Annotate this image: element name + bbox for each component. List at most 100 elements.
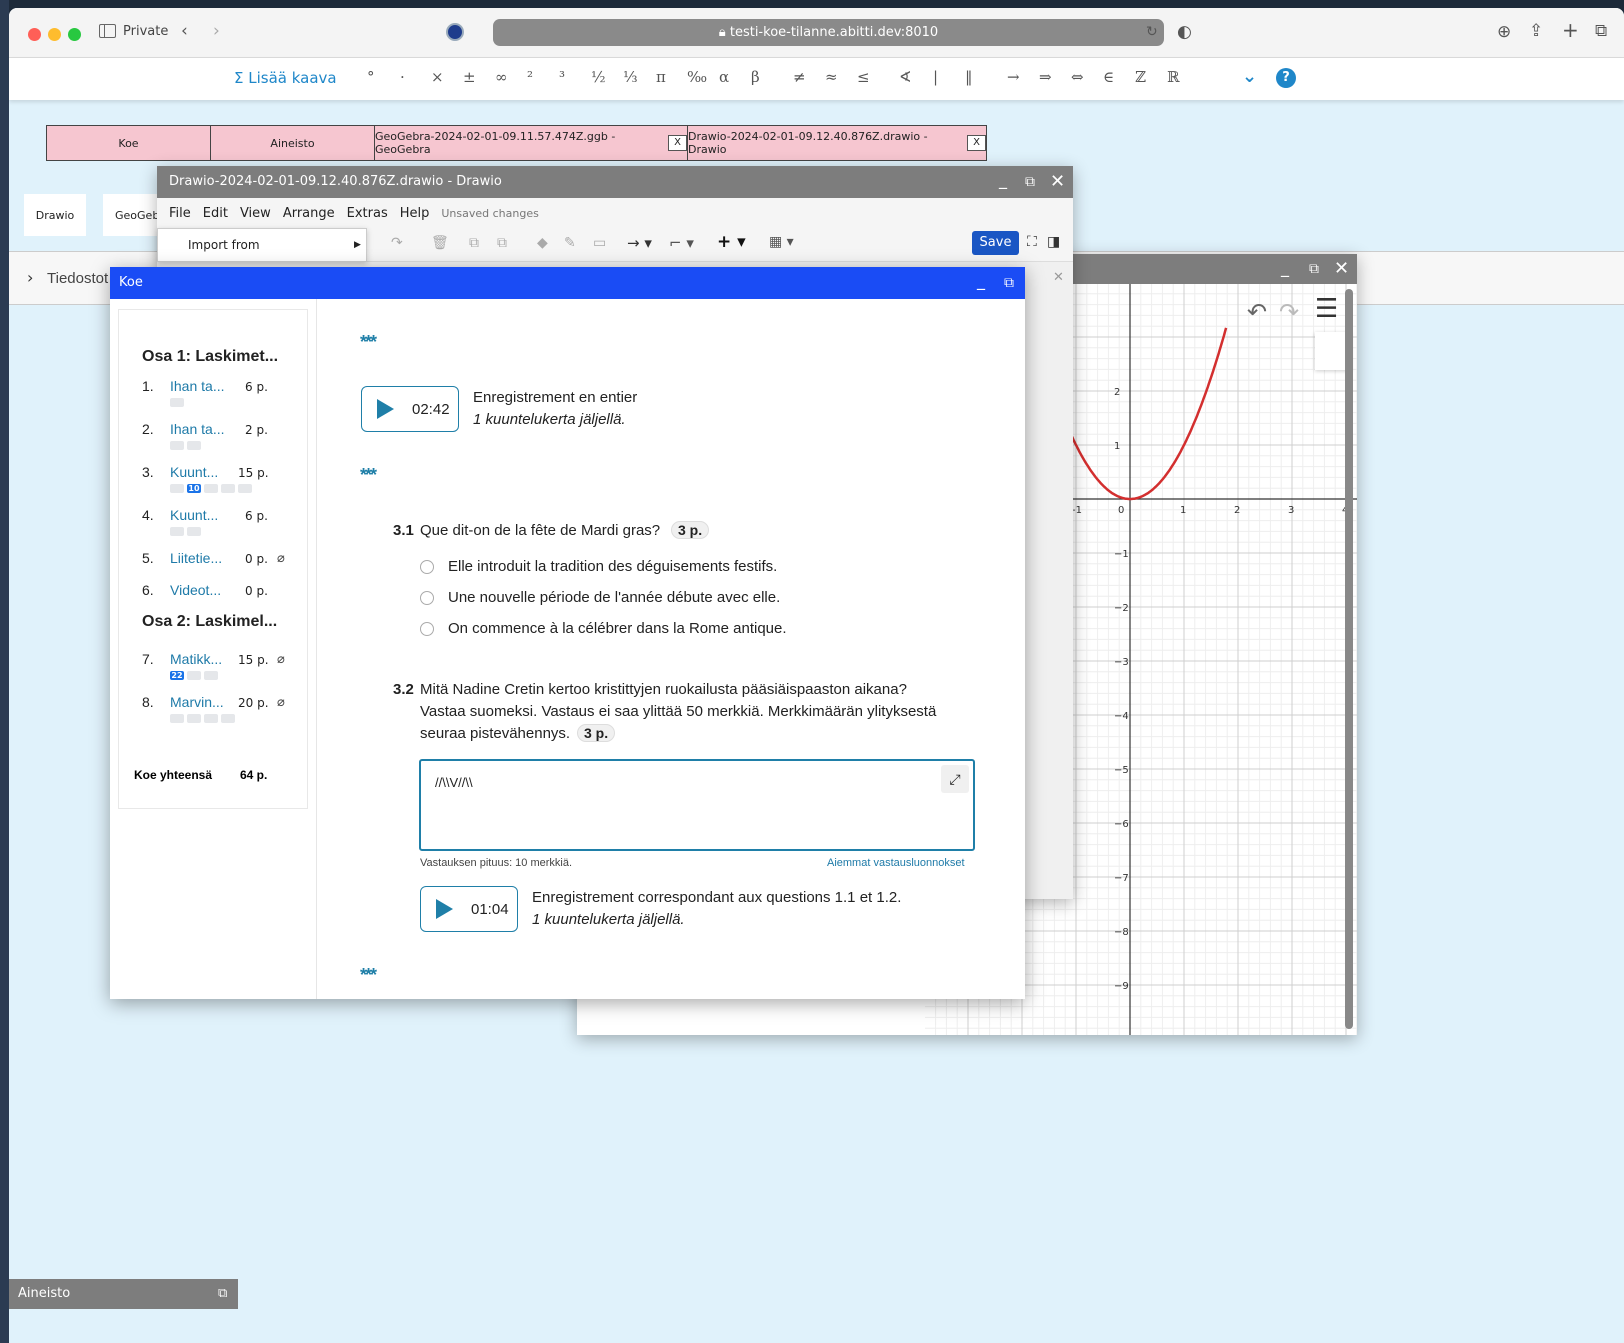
audio-player[interactable]: 01:04	[420, 886, 518, 932]
insert-icon[interactable]: + ▾	[717, 232, 746, 252]
menu-file[interactable]: File	[169, 206, 191, 221]
redo-icon[interactable]: ↷	[1279, 298, 1299, 326]
math-symbol-button[interactable]: ×	[431, 68, 444, 86]
reload-icon[interactable]: ↻	[1146, 22, 1158, 42]
menu-help[interactable]: Help	[400, 206, 430, 221]
math-symbol-button[interactable]: |	[933, 68, 938, 86]
add-formula-button[interactable]: Σ Lisää kaava	[234, 69, 337, 87]
drawio-launcher[interactable]: Drawio	[24, 194, 86, 236]
minimize-icon[interactable]: _	[1281, 254, 1289, 284]
close-panel-icon[interactable]: ✕	[1053, 270, 1064, 285]
new-tab-icon[interactable]: +	[1562, 20, 1579, 40]
math-symbol-button[interactable]: ∈	[1103, 68, 1114, 86]
shield-icon[interactable]: ◐	[1177, 22, 1192, 42]
tab-koe[interactable]: Koe	[47, 126, 211, 160]
math-symbol-button[interactable]: ≠	[793, 68, 806, 86]
radio-option-3[interactable]	[420, 622, 434, 636]
math-symbol-button[interactable]: ⅓	[623, 68, 638, 86]
function-curve[interactable]	[1069, 327, 1228, 501]
math-symbol-button[interactable]: ⇔	[1071, 68, 1084, 86]
delete-icon[interactable]: 🗑︎	[431, 235, 449, 251]
help-icon[interactable]: ?	[1276, 68, 1296, 88]
fullscreen-window-button[interactable]	[68, 28, 81, 41]
option-label[interactable]: Elle introduit la tradition des déguisem…	[448, 558, 777, 575]
previous-drafts-link[interactable]: Aiemmat vastausluonnokset	[827, 857, 965, 869]
chevron-down-icon[interactable]: ⌄	[1242, 66, 1257, 87]
menu-arrange[interactable]: Arrange	[283, 206, 335, 221]
math-symbol-button[interactable]: ±	[463, 68, 476, 86]
table-icon[interactable]: ▦ ▾	[769, 234, 794, 250]
option-label[interactable]: On commence à la célébrer dans la Rome a…	[448, 620, 787, 637]
forward-icon[interactable]: ›	[213, 21, 220, 41]
math-symbol-button[interactable]: ‖	[965, 68, 973, 86]
close-icon[interactable]: ✕	[1050, 166, 1065, 198]
scrollbar[interactable]	[1345, 289, 1353, 1029]
math-symbol-button[interactable]: ½	[591, 68, 606, 86]
math-symbol-button[interactable]: ℤ	[1135, 68, 1146, 86]
tab-drawio[interactable]: Drawio-2024-02-01-09.12.40.876Z.drawio -…	[688, 126, 986, 160]
line-color-icon[interactable]: ✎	[564, 235, 576, 251]
math-symbol-button[interactable]: ‰	[687, 68, 707, 86]
tab-close-button[interactable]: X	[668, 135, 687, 151]
sidebar-toggle-icon[interactable]	[99, 24, 116, 38]
play-icon	[436, 899, 453, 919]
menu-view[interactable]: View	[240, 206, 271, 221]
import-from-menu-item[interactable]: Import from ▶	[157, 228, 367, 262]
to-back-icon[interactable]: ⧉	[497, 235, 507, 251]
fullscreen-icon[interactable]: ⛶	[1027, 234, 1037, 250]
geogebra-launcher[interactable]: GeoGeb	[103, 194, 163, 236]
restore-icon[interactable]: ⧉	[218, 1279, 227, 1309]
math-symbol-button[interactable]: ℝ	[1167, 68, 1179, 86]
expand-icon[interactable]: ⤢	[941, 765, 969, 793]
menu-edit[interactable]: Edit	[203, 206, 228, 221]
aineisto-minimized-window[interactable]: Aineisto ⧉	[9, 1279, 238, 1309]
math-symbol-button[interactable]: ³	[559, 68, 565, 86]
math-symbol-button[interactable]: π	[656, 68, 666, 86]
to-front-icon[interactable]: ⧉	[469, 235, 479, 251]
redo-icon[interactable]: ↷	[391, 235, 403, 251]
math-symbol-button[interactable]: →	[1007, 68, 1020, 86]
download-icon[interactable]: ⊕	[1497, 22, 1511, 42]
math-symbol-button[interactable]: ·	[400, 68, 405, 86]
tab-label: GeoGebra-2024-02-01-09.11.57.474Z.ggb - …	[375, 130, 616, 156]
connection-icon[interactable]: → ▾	[627, 234, 652, 252]
drawio-title: Drawio-2024-02-01-09.12.40.876Z.drawio -…	[169, 174, 502, 189]
shadow-icon[interactable]: ▭	[593, 235, 606, 251]
math-symbol-button[interactable]: ⇒	[1039, 68, 1052, 86]
address-bar[interactable]: 🔒︎ testi-koe-tilanne.abitti.dev:8010	[493, 19, 1164, 46]
radio-option-1[interactable]	[420, 560, 434, 574]
math-symbol-button[interactable]: ∢	[899, 68, 912, 86]
restore-icon[interactable]: ⧉	[1025, 166, 1035, 198]
tab-geogebra[interactable]: GeoGebra-2024-02-01-09.11.57.474Z.ggb - …	[375, 126, 688, 160]
menu-icon[interactable]: ☰	[1315, 294, 1338, 324]
share-icon[interactable]: ⇪	[1529, 21, 1543, 41]
tab-overview-icon[interactable]: ⧉	[1595, 21, 1607, 41]
save-button[interactable]: Save	[972, 231, 1019, 255]
close-icon[interactable]: ✕	[1334, 254, 1349, 285]
math-symbol-button[interactable]: ≤	[857, 68, 870, 86]
minimize-window-button[interactable]	[48, 28, 61, 41]
menu-extras[interactable]: Extras	[347, 206, 388, 221]
close-window-button[interactable]	[28, 28, 41, 41]
math-symbol-button[interactable]: α	[719, 68, 729, 86]
math-symbol-button[interactable]: β	[751, 68, 760, 86]
tab-close-button[interactable]: X	[967, 135, 986, 151]
answer-textarea[interactable]: //\\V//\\ ⤢	[419, 759, 975, 851]
tab-aineisto[interactable]: Aineisto	[211, 126, 375, 160]
undo-icon[interactable]: ↶	[1247, 298, 1267, 326]
waypoints-icon[interactable]: ⌐ ▾	[669, 234, 694, 252]
points-badge: 3 p.	[577, 724, 616, 742]
format-panel-icon[interactable]: ◨	[1047, 234, 1060, 250]
restore-icon[interactable]: ⧉	[1309, 254, 1319, 285]
math-symbol-button[interactable]: ²	[527, 68, 533, 86]
option-label[interactable]: Une nouvelle période de l'année débute a…	[448, 589, 780, 606]
audio-player[interactable]: 02:42	[361, 386, 459, 432]
math-symbol-button[interactable]: °	[367, 68, 375, 86]
math-symbol-button[interactable]: ∞	[495, 68, 508, 86]
fill-color-icon[interactable]: ◆	[537, 235, 548, 251]
radio-option-2[interactable]	[420, 591, 434, 605]
minimize-icon[interactable]: _	[999, 164, 1007, 196]
play-icon	[377, 399, 394, 419]
back-icon[interactable]: ‹	[181, 21, 188, 41]
math-symbol-button[interactable]: ≈	[825, 68, 838, 86]
